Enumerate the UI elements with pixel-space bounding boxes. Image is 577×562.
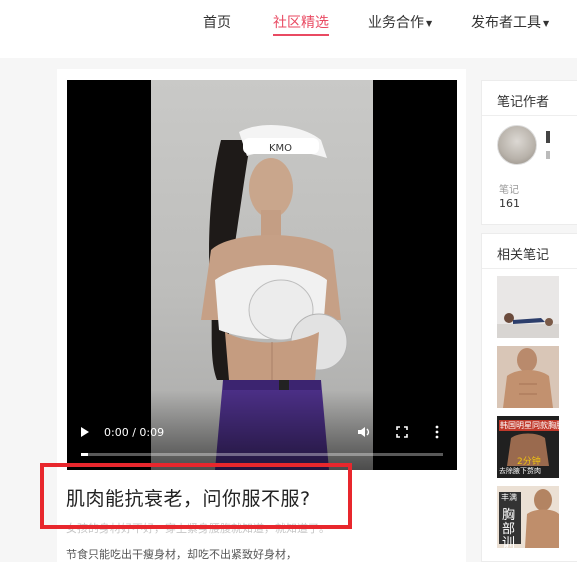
author-card-title: 笔记作者	[497, 95, 550, 110]
nav-home[interactable]: 首页	[203, 12, 231, 32]
thumb-4-line-1: 丰满	[501, 493, 517, 502]
visor-text: KMO	[269, 143, 292, 154]
video-progress-fill	[81, 453, 89, 456]
video-player[interactable]: KMO 0:00 / 0:09	[67, 80, 457, 470]
caret-down-icon: ▼	[426, 18, 433, 28]
note-description-line-2: 节食只能吃出干瘦身材，却吃不出紧致好身材，	[66, 548, 297, 561]
related-note-thumb-1[interactable]	[497, 276, 559, 338]
top-nav: 首页 社区精选 业务合作 ▼ 发布者工具 ▼	[0, 0, 577, 58]
video-time: 0:00 / 0:09	[104, 426, 165, 439]
video-progress-bar[interactable]	[81, 453, 443, 456]
nav-business[interactable]: 业务合作 ▼	[368, 12, 432, 32]
nav-community-picks[interactable]: 社区精选	[273, 12, 329, 36]
caret-down-icon: ▼	[543, 18, 550, 28]
volume-icon[interactable]	[357, 425, 371, 439]
fullscreen-icon[interactable]	[395, 425, 409, 439]
nav-publisher-tools-label: 发布者工具	[471, 15, 541, 31]
highlight-annotation-box	[40, 463, 352, 529]
related-note-thumb-4[interactable]: 丰满 胸 部 训	[497, 486, 559, 548]
play-icon[interactable]	[81, 427, 89, 437]
nav-home-label: 首页	[203, 15, 231, 31]
thumb-4-line-4: 训	[502, 536, 516, 548]
divider	[482, 115, 577, 116]
author-avatar[interactable]	[497, 125, 537, 165]
related-note-thumb-2[interactable]	[497, 346, 559, 408]
workout-thumbnail-icon	[497, 313, 559, 338]
notes-count-value: 161	[499, 197, 520, 210]
male-torso-thumbnail-icon	[497, 346, 559, 408]
divider	[482, 268, 577, 269]
related-notes-card: 相关笔记 韩国明星同款胸肌 2分钟 去除腋下赘肉 丰满 胸 部 训	[481, 233, 577, 562]
more-options-icon[interactable]	[433, 425, 441, 439]
nav-publisher-tools[interactable]: 发布者工具 ▼	[471, 12, 549, 32]
nav-business-label: 业务合作	[368, 15, 424, 31]
notes-count-label: 笔记	[499, 185, 519, 196]
related-notes-title: 相关笔记	[497, 248, 550, 263]
related-note-thumb-3[interactable]: 韩国明星同款胸肌 2分钟 去除腋下赘肉	[497, 416, 559, 478]
author-card: 笔记作者 笔记 161	[481, 80, 577, 225]
nav-community-picks-label: 社区精选	[273, 15, 329, 31]
active-tab-underline	[273, 34, 329, 36]
author-subtext-truncated	[546, 151, 550, 159]
author-name-truncated[interactable]	[546, 131, 550, 143]
thumb-3-line-3: 去除腋下赘肉	[499, 467, 541, 475]
